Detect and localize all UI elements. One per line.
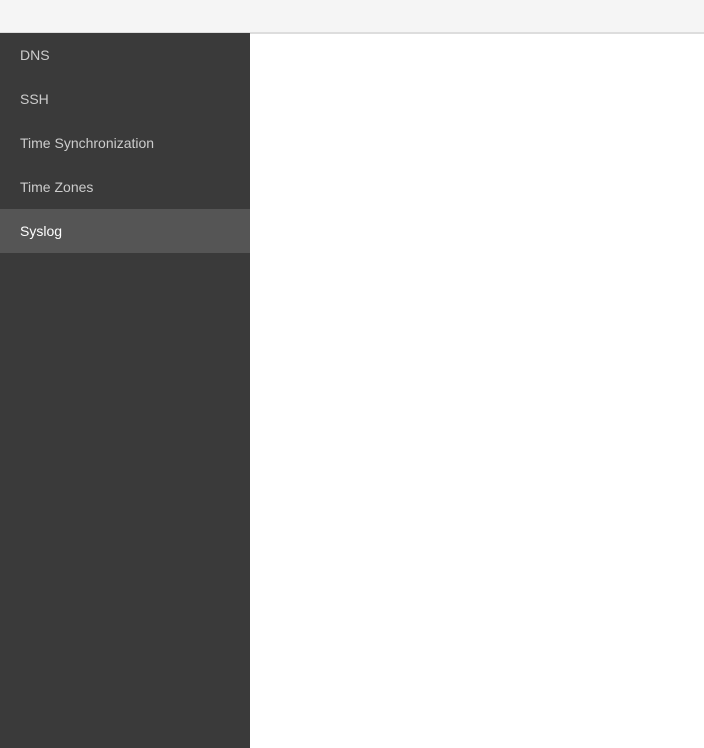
sidebar-item-syslog[interactable]: Syslog (0, 209, 250, 253)
page-header (0, 0, 704, 33)
sidebar-item-time-zones[interactable]: Time Zones (0, 165, 250, 209)
main-layout: DNSSSHTime SynchronizationTime ZonesSysl… (0, 33, 704, 748)
sidebar-item-time-sync[interactable]: Time Synchronization (0, 121, 250, 165)
content-area (250, 33, 704, 748)
form-area (250, 34, 704, 74)
sidebar: DNSSSHTime SynchronizationTime ZonesSysl… (0, 33, 250, 748)
sidebar-item-ssh[interactable]: SSH (0, 77, 250, 121)
sidebar-item-dns[interactable]: DNS (0, 33, 250, 77)
